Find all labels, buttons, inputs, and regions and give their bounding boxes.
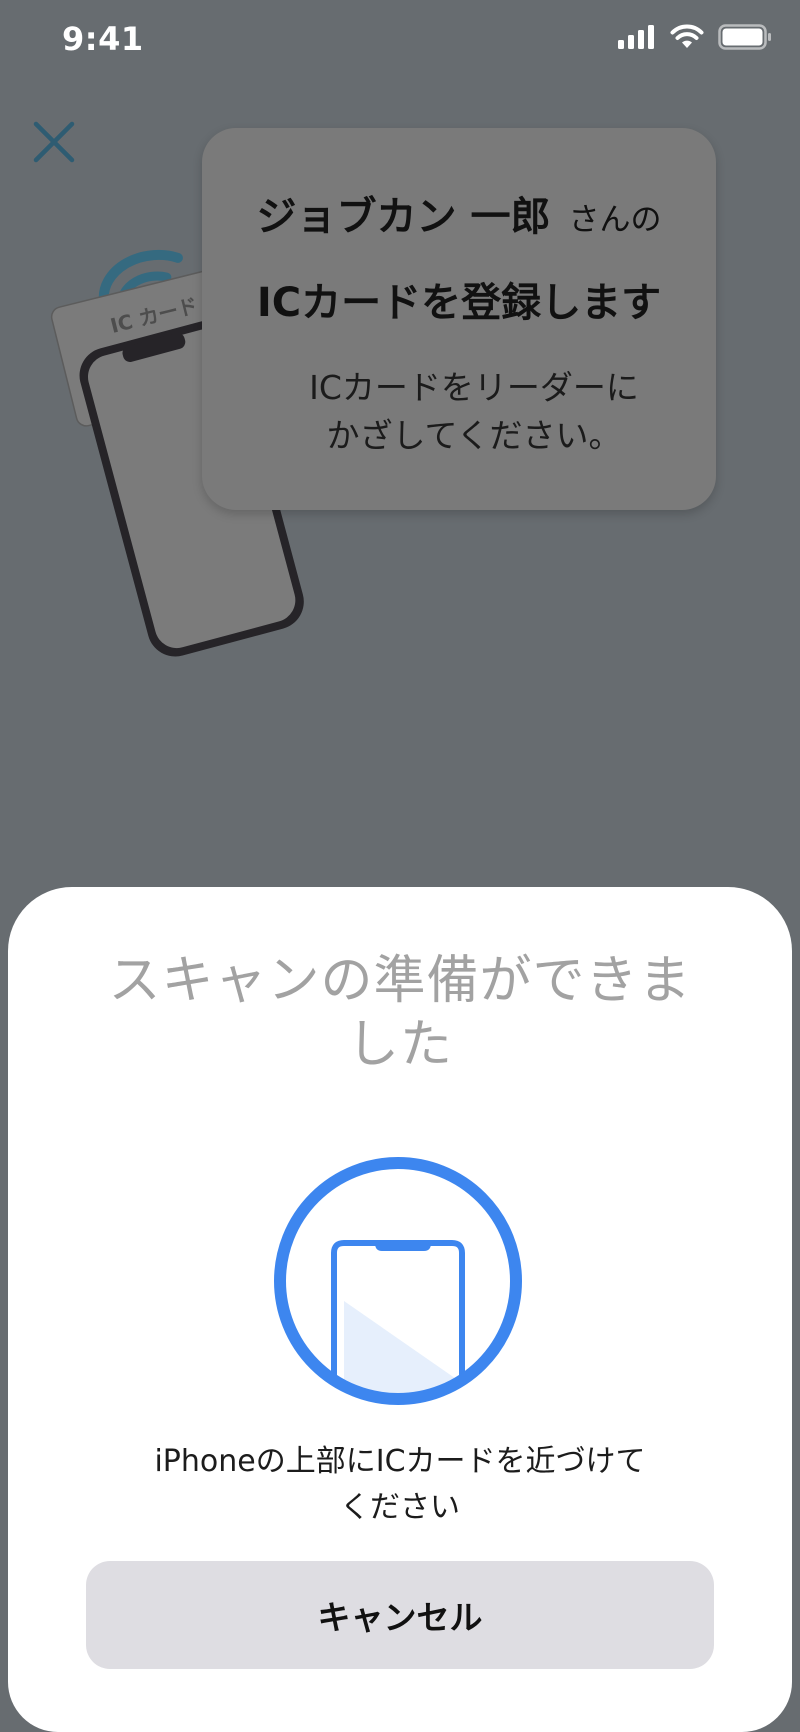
card-instruction-line-2: かざしてください。 <box>326 416 622 455</box>
wifi-icon <box>670 24 704 48</box>
sheet-title-line-1: スキャンの準備ができま <box>108 951 692 1011</box>
registration-info-card: ジョブカン 一郎 さんの ICカードを登録します ICカードをリーダーに かざして… <box>202 128 716 510</box>
cellular-signal-icon <box>618 25 654 49</box>
user-name-line: ジョブカン 一郎 さんの <box>202 184 716 242</box>
scan-instruction: iPhoneの上部にICカードを近づけて ください <box>68 1439 732 1531</box>
user-name: ジョブカン 一郎 <box>256 194 551 240</box>
sheet-title: スキャンの準備ができま した <box>88 949 712 1077</box>
close-button[interactable] <box>30 118 78 166</box>
scan-instruction-line-2: ください <box>340 1490 460 1525</box>
card-instruction: ICカードをリーダーに かざしてください。 <box>262 364 686 460</box>
card-instruction-line-1: ICカードをリーダーに <box>309 368 639 407</box>
cancel-button[interactable]: キャンセル <box>86 1561 714 1669</box>
scan-sheet: スキャンの準備ができま した iPhoneの上部にICカードを近づけて ください… <box>8 887 792 1732</box>
scan-instruction-line-1: iPhoneの上部にICカードを近づけて <box>154 1444 646 1479</box>
status-time: 9:41 <box>62 20 144 58</box>
card-heading: ICカードを登録します <box>256 280 662 326</box>
status-bar: 9:41 <box>0 0 800 80</box>
battery-icon <box>718 24 771 50</box>
user-name-suffix: さんの <box>568 202 662 238</box>
close-icon <box>33 121 75 163</box>
nfc-scan-icon <box>272 1155 524 1407</box>
sheet-title-line-2: した <box>346 1015 453 1075</box>
status-icons <box>618 24 772 50</box>
